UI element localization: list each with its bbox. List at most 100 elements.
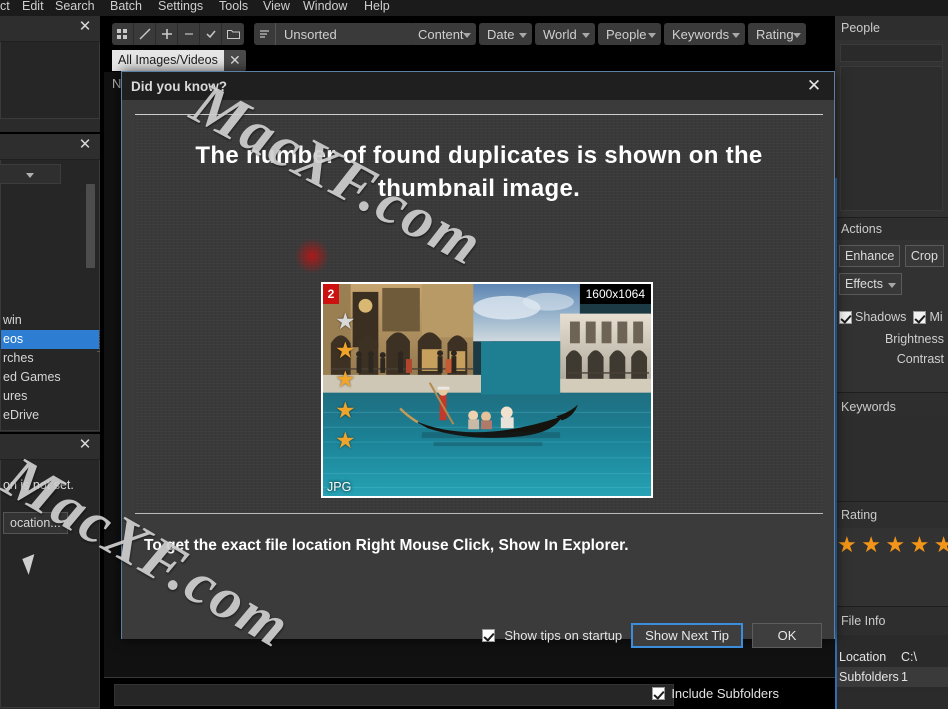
left-panel-tree-body: win eos rches ed Games ures eDrive	[0, 160, 100, 431]
menu-item-search[interactable]: Search	[55, 0, 95, 14]
rating-star-5[interactable]: ★	[934, 532, 948, 557]
tree-item-5[interactable]: eDrive	[1, 406, 99, 425]
close-icon[interactable]: ✕	[224, 52, 246, 69]
rating-title: Rating	[841, 508, 878, 522]
tree-item-1[interactable]: eos	[1, 330, 99, 349]
filter-rating-button[interactable]: Rating	[748, 23, 806, 45]
path-combobox[interactable]	[0, 164, 61, 184]
section-header-people[interactable]: People	[835, 16, 948, 40]
menu-bar: ct Edit Search Batch Settings Tools View…	[0, 0, 948, 16]
filter-keywords-button[interactable]: Keywords	[664, 23, 745, 45]
filter-content-button[interactable]: Content	[410, 23, 476, 45]
rating-star-2[interactable]: ★	[861, 532, 881, 557]
mouse-cursor-icon	[22, 554, 41, 575]
filter-date-button[interactable]: Date	[479, 23, 532, 45]
menu-item-window[interactable]: Window	[303, 0, 347, 14]
shadows-checkbox[interactable]	[839, 310, 852, 324]
tree-item-0[interactable]: win	[1, 311, 99, 330]
tab-bar: All Images/Videos ✕	[104, 50, 835, 72]
section-header-actions[interactable]: Actions	[835, 218, 948, 240]
keywords-body[interactable]	[835, 417, 948, 501]
people-search-input[interactable]	[840, 44, 943, 62]
close-icon[interactable]: ✕	[78, 137, 92, 152]
folder-icon[interactable]	[222, 23, 244, 45]
chevron-down-icon	[463, 33, 471, 38]
mirror-checkbox[interactable]	[913, 310, 927, 324]
close-icon[interactable]: ✕	[78, 19, 92, 34]
tree-scrollbar[interactable]	[86, 184, 95, 268]
ok-button[interactable]: OK	[752, 623, 822, 648]
sort-control[interactable]: Unsorted	[254, 23, 414, 45]
effects-dropdown[interactable]: Effects	[839, 273, 902, 295]
path-input[interactable]	[114, 684, 674, 706]
application-window: ct Edit Search Batch Settings Tools View…	[0, 0, 948, 709]
rating-star-1[interactable]: ★	[837, 532, 857, 557]
thumbnail-star-3[interactable]: ★	[335, 368, 356, 391]
sort-icon[interactable]	[254, 23, 276, 45]
check-icon[interactable]	[200, 23, 222, 45]
menu-item-view[interactable]: View	[263, 0, 290, 14]
line-icon[interactable]	[134, 23, 156, 45]
set-location-button[interactable]: ocation...	[3, 512, 68, 534]
people-list[interactable]	[840, 66, 943, 211]
section-header-keywords[interactable]: Keywords	[835, 393, 948, 417]
tree-item-3[interactable]: ed Games	[1, 368, 99, 387]
close-icon[interactable]: ✕	[78, 437, 92, 452]
chevron-down-icon	[519, 33, 527, 38]
tree-item-4[interactable]: ures	[1, 387, 99, 406]
right-panel-column: People Actions Enhance Crop R Effects	[835, 16, 948, 709]
show-next-tip-button[interactable]: Show Next Tip	[631, 623, 743, 648]
chevron-down-icon	[26, 173, 34, 178]
actions-title: Actions	[841, 222, 882, 236]
did-you-know-dialog: Did you know? ✕ The number of found dupl…	[121, 71, 835, 648]
filter-world-button[interactable]: World	[535, 23, 595, 45]
menu-item-select[interactable]: ct	[0, 0, 10, 14]
include-subfolders-checkbox[interactable]	[652, 687, 666, 700]
section-header-file-info[interactable]: File Info	[835, 607, 948, 635]
menu-item-batch[interactable]: Batch	[110, 0, 142, 14]
file-info-value: C:\	[901, 650, 917, 664]
sort-value: Unsorted	[284, 26, 337, 42]
effects-row: Effects	[839, 273, 948, 295]
menu-item-tools[interactable]: Tools	[219, 0, 248, 14]
tree-item-2[interactable]: rches	[1, 349, 99, 368]
chevron-down-icon	[582, 33, 590, 38]
show-tips-label: Show tips on startup	[504, 628, 623, 643]
toolbar: Unsorted Content Date World People Keywo…	[104, 16, 835, 52]
filter-world-label: World	[543, 26, 577, 42]
minus-icon[interactable]	[178, 23, 200, 45]
section-header-rating[interactable]: Rating	[835, 502, 948, 528]
rating-stars[interactable]: ★ ★ ★ ★ ★	[835, 534, 948, 557]
tip-footer-text: To get the exact file location Right Mou…	[144, 537, 629, 554]
show-tips-checkbox[interactable]	[482, 629, 496, 642]
filter-people-label: People	[606, 26, 647, 42]
enhance-button[interactable]: Enhance	[839, 245, 901, 267]
chevron-down-icon	[732, 33, 740, 38]
thumbnail-star-2[interactable]: ★	[335, 339, 356, 362]
thumbnail-star-4[interactable]: ★	[335, 399, 356, 422]
file-info-row-location: Location C:\	[835, 647, 948, 667]
shadows-checkbox-row[interactable]: Shadows Mi	[839, 310, 948, 324]
close-icon[interactable]: ✕	[804, 76, 824, 96]
thumbnail-star-1[interactable]: ★	[335, 310, 356, 333]
include-subfolders-row[interactable]: Include Subfolders	[652, 686, 779, 701]
left-panel-message-header: ✕	[0, 434, 100, 460]
bottom-bar: Include Subfolders	[104, 677, 835, 709]
duplicate-count-badge: 2	[323, 284, 339, 304]
chevron-down-icon	[648, 33, 656, 38]
shadows-label: Shadows	[855, 310, 907, 324]
filter-people-button[interactable]: People	[598, 23, 661, 45]
thumbnail-star-5[interactable]: ★	[335, 429, 356, 452]
plus-icon[interactable]	[156, 23, 178, 45]
left-panel-column: ✕ ✕ win eos rches ed Games ures eDrive ✕…	[0, 16, 100, 709]
menu-item-help[interactable]: Help	[364, 0, 390, 14]
grid-view-icon[interactable]	[112, 23, 134, 45]
menu-item-edit[interactable]: Edit	[22, 0, 44, 14]
filter-rating-label: Rating	[756, 26, 794, 42]
tab-all-images-videos[interactable]: All Images/Videos ✕	[112, 50, 246, 71]
rating-star-4[interactable]: ★	[910, 532, 930, 557]
menu-item-settings[interactable]: Settings	[158, 0, 203, 14]
crop-button[interactable]: Crop	[904, 245, 944, 267]
rating-star-3[interactable]: ★	[885, 532, 905, 557]
effects-label: Effects	[845, 277, 883, 291]
